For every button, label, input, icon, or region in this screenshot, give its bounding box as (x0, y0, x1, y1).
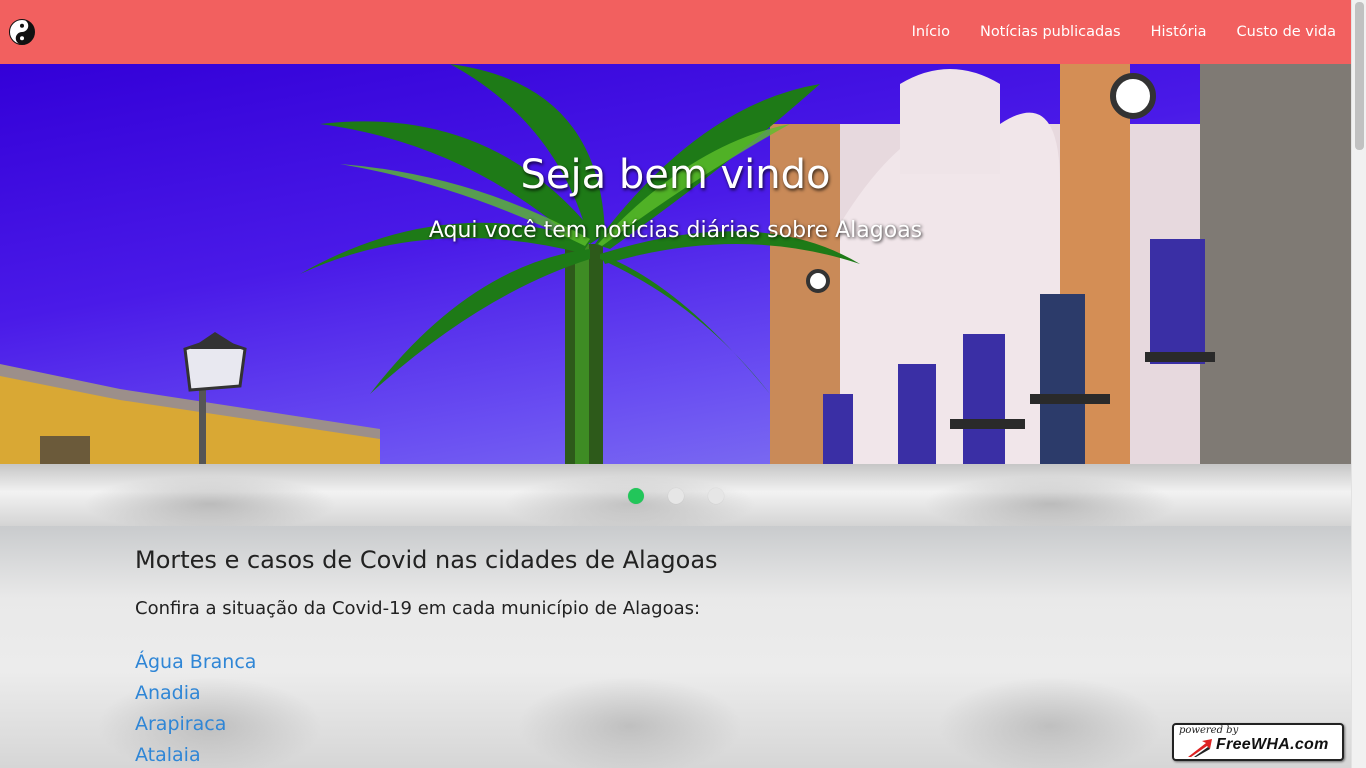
list-item: Anadia (135, 678, 1215, 709)
section-title: Mortes e casos de Covid nas cidades de A… (135, 546, 718, 574)
city-link-atalaia[interactable]: Atalaia (135, 744, 201, 766)
hero-title: Seja bem vindo (520, 152, 831, 198)
hero-background-image (0, 64, 1351, 464)
nav-links: Início Notícias publicadas História Cust… (882, 0, 1336, 64)
main-content: Mortes e casos de Covid nas cidades de A… (135, 544, 1215, 768)
carousel-indicator-bar (0, 464, 1351, 526)
hero-subtitle: Aqui você tem notícias diárias sobre Ala… (428, 218, 923, 243)
nav-link-noticias[interactable]: Notícias publicadas (980, 24, 1121, 40)
carousel-dot-3[interactable] (708, 488, 724, 504)
carousel-dot-1[interactable] (628, 488, 644, 504)
carousel-dot-2[interactable] (668, 488, 684, 504)
yin-yang-icon[interactable] (9, 19, 35, 45)
top-navbar: Início Notícias publicadas História Cust… (0, 0, 1351, 64)
badge-powered-text: powered by (1179, 725, 1239, 736)
carousel-indicators (628, 488, 748, 504)
badge-brand-text: FreeWHA.com (1216, 736, 1329, 753)
list-item: Água Branca (135, 647, 1215, 678)
city-link-anadia[interactable]: Anadia (135, 682, 201, 704)
freewha-badge[interactable]: powered by FreeWHA.com (1172, 723, 1344, 761)
nav-link-historia[interactable]: História (1151, 24, 1207, 40)
nav-link-inicio[interactable]: Início (912, 24, 950, 40)
list-item: Arapiraca (135, 709, 1215, 740)
badge-arrow-icon (1188, 739, 1212, 757)
nav-link-custo-de-vida[interactable]: Custo de vida (1237, 24, 1336, 40)
section-lead: Confira a situação da Covid-19 em cada m… (135, 598, 701, 619)
hero-carousel-slide: Seja bem vindo Aqui você tem notícias di… (0, 64, 1351, 464)
city-list: Água Branca Anadia Arapiraca Atalaia (135, 647, 1215, 768)
vertical-scrollbar[interactable] (1351, 0, 1366, 768)
city-link-arapiraca[interactable]: Arapiraca (135, 713, 226, 735)
list-item: Atalaia (135, 740, 1215, 768)
scrollbar-thumb[interactable] (1355, 2, 1364, 150)
city-link-agua-branca[interactable]: Água Branca (135, 651, 256, 673)
